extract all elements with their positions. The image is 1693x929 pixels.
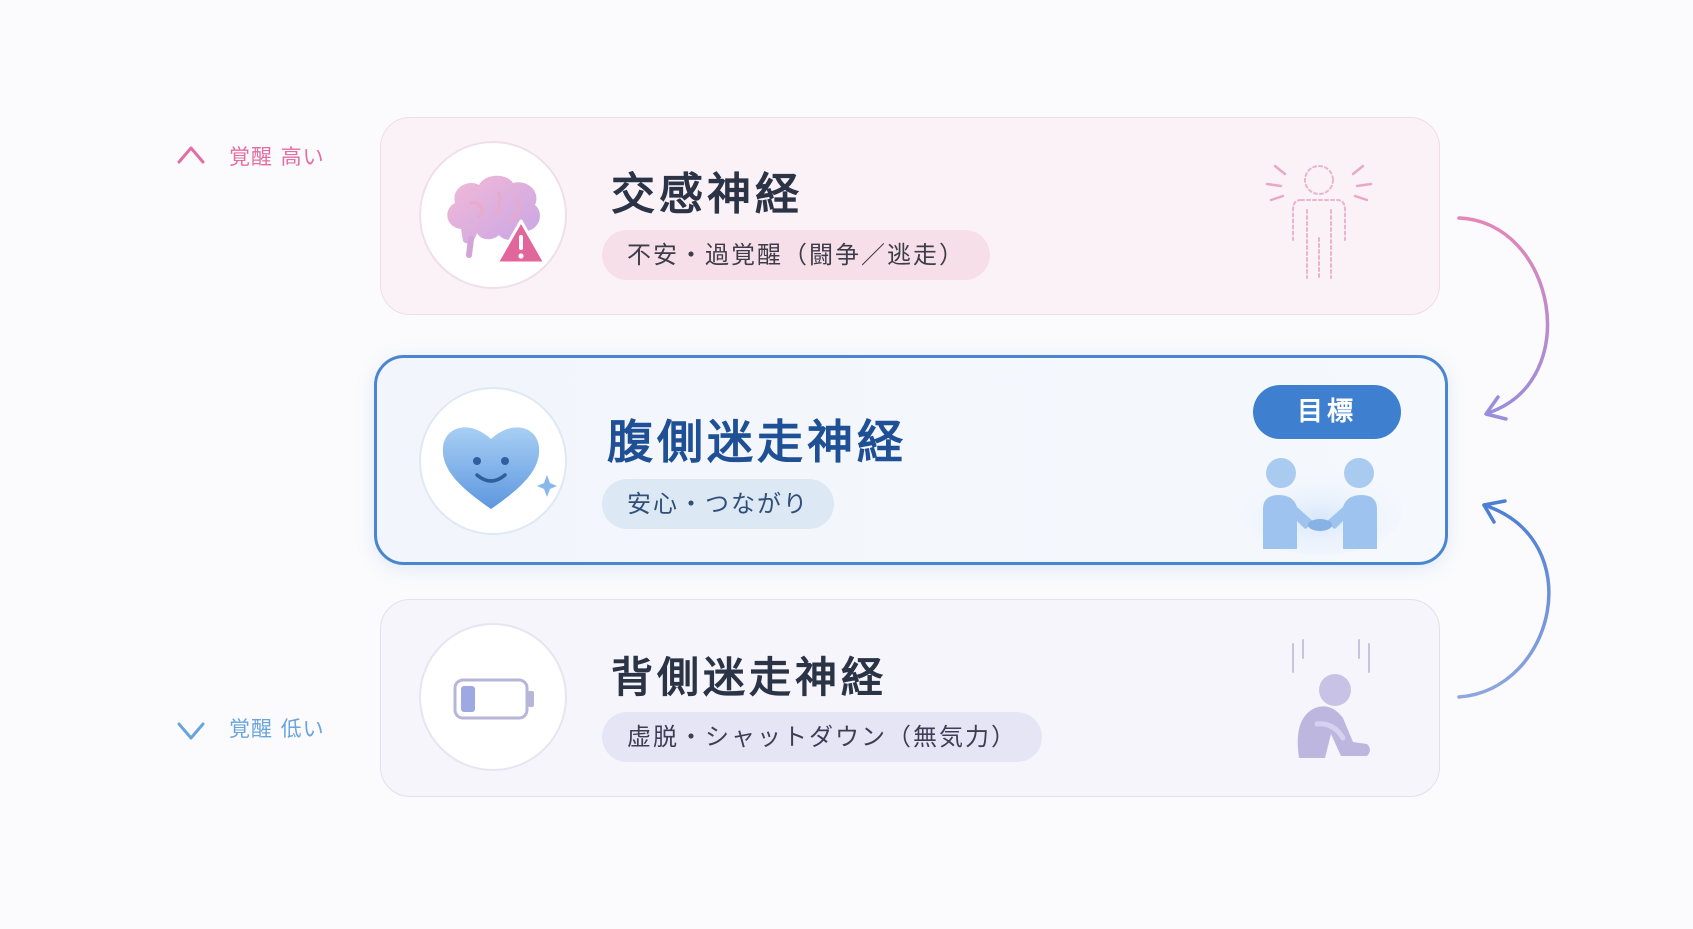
state-description-sympathetic: 不安・過覚醒（闘争／逃走） xyxy=(602,230,990,280)
state-card-ventral-vagal: 腹側迷走神経 安心・つながり 目標 xyxy=(374,355,1448,565)
goal-badge: 目標 xyxy=(1253,385,1401,439)
icon-badge-sympathetic xyxy=(419,141,567,289)
state-description-ventral-vagal: 安心・つながり xyxy=(602,479,834,529)
state-title-dorsal-vagal: 背側迷走神経 xyxy=(611,653,888,702)
state-title-ventral-vagal: 腹側迷走神経 xyxy=(607,415,907,469)
state-title-sympathetic: 交感神経 xyxy=(611,169,803,220)
state-card-sympathetic: 交感神経 不安・過覚醒（闘争／逃走） xyxy=(380,117,1440,315)
low-battery-icon xyxy=(453,678,534,720)
transition-arrow-dorsal-to-ventral xyxy=(1457,503,1551,699)
axis-label-high: 覚醒 高い xyxy=(229,145,325,169)
axis-label-low: 覚醒 低い xyxy=(229,717,325,741)
collapsed-person-icon xyxy=(1292,639,1370,758)
transition-arrow-sympathetic-to-ventral xyxy=(1457,216,1550,415)
agitated-person-icon xyxy=(1265,164,1373,279)
state-description-dorsal-vagal: 虚脱・シャットダウン（無気力） xyxy=(602,712,1042,762)
icon-badge-dorsal-vagal xyxy=(419,623,567,771)
handshake-icon xyxy=(1238,458,1402,555)
smiling-heart-icon xyxy=(442,427,557,509)
state-card-dorsal-vagal: 背側迷走神経 虚脱・シャットダウン（無気力） xyxy=(380,599,1440,797)
brain-warning-icon xyxy=(447,175,547,265)
icon-badge-ventral-vagal xyxy=(419,387,567,535)
